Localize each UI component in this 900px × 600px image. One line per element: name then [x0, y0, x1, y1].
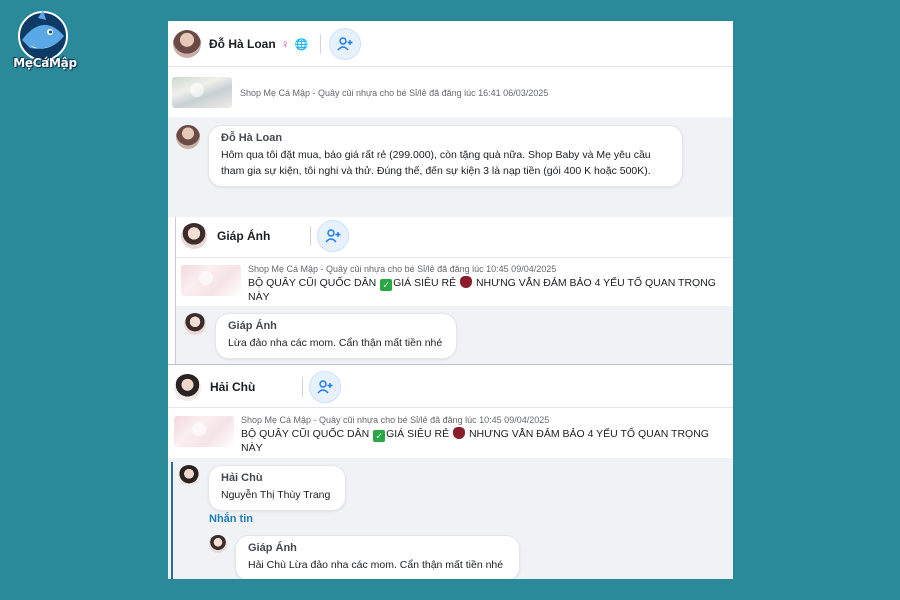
add-friend-icon — [325, 229, 341, 243]
comment-author[interactable]: Hải Chù — [221, 472, 333, 484]
add-friend-icon — [337, 37, 353, 51]
comment-bubble: Đỗ Hà Loan Hôm qua tôi đặt mua, báo giá … — [208, 125, 683, 187]
reply-comment: Giáp Ánh Hải Chù Lừa đảo nha các mom. Cẩ… — [209, 535, 520, 579]
post-preview[interactable]: Shop Mẹ Cá Mập - Quây cũi nhựa cho bé Sỉ… — [172, 77, 548, 108]
comment-text: Hải Chù Lừa đảo nha các mom. Cẩn thận mấ… — [248, 559, 504, 571]
avatar[interactable] — [181, 223, 207, 249]
author-name[interactable]: Hải Chù — [210, 380, 255, 394]
avatar[interactable] — [178, 465, 200, 487]
avatar[interactable] — [174, 373, 201, 401]
post-thumbnail[interactable] — [174, 416, 234, 447]
author-header: Hải Chù — [174, 371, 342, 403]
author-header: Giáp Ánh — [181, 220, 350, 252]
post-text-part: GIÁ SIÊU RẺ — [386, 428, 450, 440]
divider — [176, 257, 733, 258]
post-meta: Shop Mẹ Cá Mập - Quây cũi nhựa cho bé Sỉ… — [248, 264, 557, 274]
check-emoji-icon: ✓ — [373, 430, 386, 442]
post-thumbnail[interactable] — [172, 77, 232, 108]
post-meta: Shop Mẹ Cá Mập - Quây cũi nhựa cho bé Sỉ… — [240, 88, 549, 98]
comment-bubble: Giáp Ánh Hải Chù Lừa đảo nha các mom. Cẩ… — [235, 535, 520, 579]
comment: Đỗ Hà Loan Hôm qua tôi đặt mua, báo giá … — [176, 125, 683, 187]
add-friend-button[interactable] — [317, 220, 350, 252]
comment: Giáp Ánh Lừa đảo nha các mom. Cẩn thận m… — [184, 313, 457, 359]
money-bag-emoji-icon — [453, 427, 466, 439]
avatar[interactable] — [173, 30, 201, 58]
add-friend-button[interactable] — [329, 28, 362, 60]
post-text: BỘ QUÂY CŨI QUỐC DÂN ✓ GIÁ SIÊU RẺ NHƯNG … — [241, 427, 733, 455]
comment-text: Nguyễn Thị Thùy Trang — [221, 489, 331, 501]
add-friend-icon — [317, 380, 333, 394]
comment-bubble: Giáp Ánh Lừa đảo nha các mom. Cẩn thận m… — [215, 313, 457, 359]
shop-logo: MẹCáMập — [8, 6, 78, 76]
divider — [168, 364, 733, 365]
globe-icon: 🌐 — [294, 38, 309, 51]
avatar[interactable] — [176, 125, 200, 149]
author-header: Đỗ Hà Loan ♀ 🌐 — [173, 28, 362, 60]
post-text-part: BỘ QUÂY CŨI QUỐC DÂN — [241, 428, 370, 440]
post-meta: Shop Mẹ Cá Mập - Quây cũi nhựa cho bé Sỉ… — [241, 415, 550, 425]
divider — [302, 377, 304, 397]
female-icon: ♀ — [280, 37, 290, 51]
check-emoji-icon: ✓ — [380, 279, 393, 291]
author-name[interactable]: Đỗ Hà Loan — [209, 37, 276, 51]
author-name[interactable]: Giáp Ánh — [217, 229, 270, 243]
thread-line — [171, 462, 173, 579]
logo-text: MẹCáMập — [13, 56, 77, 70]
add-friend-button[interactable] — [309, 371, 342, 403]
screenshot-panel: Đỗ Hà Loan ♀ 🌐 Shop Mẹ Cá Mập - Quây cũi… — [168, 21, 733, 579]
post-text: BỘ QUÂY CŨI QUỐC DÂN ✓ GIÁ SIÊU RẺ NHƯNG … — [248, 276, 733, 304]
comment-bubble: Hải Chù Nguyễn Thị Thùy Trang — [208, 465, 346, 511]
avatar[interactable] — [209, 535, 227, 553]
comment: Hải Chù Nguyễn Thị Thùy Trang — [178, 465, 346, 511]
divider — [168, 407, 733, 408]
comment-author[interactable]: Đỗ Hà Loan — [221, 132, 670, 144]
divider — [168, 66, 733, 67]
post-text-part: BỘ QUÂY CŨI QUỐC DÂN — [248, 277, 377, 289]
comment-text: Hôm qua tôi đặt mua, báo giá rất rẻ (299… — [221, 149, 651, 177]
comment-text: Lừa đảo nha các mom. Cẩn thận mất tiền n… — [228, 337, 443, 349]
avatar[interactable] — [184, 313, 206, 335]
divider — [320, 34, 322, 54]
comment-author[interactable]: Giáp Ánh — [228, 320, 444, 332]
money-bag-emoji-icon — [460, 276, 473, 288]
divider — [310, 226, 312, 246]
comment-author[interactable]: Giáp Ánh — [248, 542, 507, 554]
post-thumbnail[interactable] — [181, 265, 241, 296]
card-gap — [168, 207, 733, 217]
post-text-part: GIÁ SIÊU RẺ — [393, 277, 457, 289]
message-link[interactable]: Nhắn tin — [209, 513, 253, 525]
